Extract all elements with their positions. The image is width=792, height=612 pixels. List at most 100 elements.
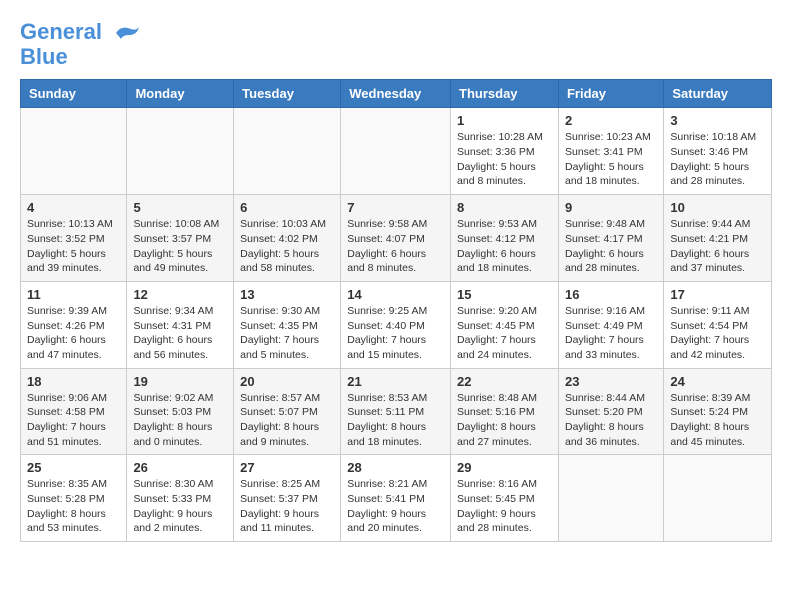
day-number: 6 (240, 200, 334, 215)
calendar-cell: 3 Sunrise: 10:18 AM Sunset: 3:46 PM Dayli… (664, 108, 772, 195)
day-info: Sunrise: 8:39 AM Sunset: 5:24 PM Dayligh… (670, 391, 765, 450)
calendar-cell: 8 Sunrise: 9:53 AM Sunset: 4:12 PM Daylig… (451, 195, 559, 282)
weekday-header-tuesday: Tuesday (234, 80, 341, 108)
calendar-cell: 11Sunrise: 9:39 AM Sunset: 4:26 PM Dayli… (21, 281, 127, 368)
day-number: 9 (565, 200, 657, 215)
day-info: Sunrise: 9:25 AM Sunset: 4:40 PM Dayligh… (347, 304, 444, 363)
logo: General Blue (20, 20, 141, 69)
day-number: 13 (240, 287, 334, 302)
day-info: Sunrise: 8:25 AM Sunset: 5:37 PM Dayligh… (240, 477, 334, 536)
day-number: 8 (457, 200, 552, 215)
day-number: 10 (670, 200, 765, 215)
day-info: Sunrise: 10:18 AM Sunset: 3:46 PM Daylig… (670, 130, 765, 189)
day-info: Sunrise: 10:03 AM Sunset: 4:02 PM Daylig… (240, 217, 334, 276)
weekday-header-sunday: Sunday (21, 80, 127, 108)
day-number: 18 (27, 374, 120, 389)
calendar-cell: 17 Sunrise: 9:11 AM Sunset: 4:54 PM Dayli… (664, 281, 772, 368)
day-number: 12 (133, 287, 227, 302)
calendar-cell: 10 Sunrise: 9:44 AM Sunset: 4:21 PM Dayli… (664, 195, 772, 282)
calendar-cell (127, 108, 234, 195)
day-info: Sunrise: 9:44 AM Sunset: 4:21 PM Dayligh… (670, 217, 765, 276)
day-number: 16 (565, 287, 657, 302)
calendar-cell: 16 Sunrise: 9:16 AM Sunset: 4:49 PM Dayli… (558, 281, 663, 368)
calendar-cell: 19 Sunrise: 9:02 AM Sunset: 5:03 PM Dayli… (127, 368, 234, 455)
calendar-cell (341, 108, 451, 195)
calendar-cell: 4 Sunrise: 10:13 AM Sunset: 3:52 PM Dayli… (21, 195, 127, 282)
calendar-cell (21, 108, 127, 195)
calendar-cell (664, 455, 772, 542)
day-info: Sunrise: 9:16 AM Sunset: 4:49 PM Dayligh… (565, 304, 657, 363)
calendar-cell: 26 Sunrise: 8:30 AM Sunset: 5:33 PM Dayli… (127, 455, 234, 542)
day-number: 21 (347, 374, 444, 389)
day-info: Sunrise: 9:34 AM Sunset: 4:31 PM Dayligh… (133, 304, 227, 363)
weekday-header-saturday: Saturday (664, 80, 772, 108)
calendar-cell: 20 Sunrise: 8:57 AM Sunset: 5:07 PM Dayli… (234, 368, 341, 455)
calendar-cell: 12 Sunrise: 9:34 AM Sunset: 4:31 PM Dayli… (127, 281, 234, 368)
calendar-cell (234, 108, 341, 195)
day-info: Sunrise: 9:39 AM Sunset: 4:26 PM Dayligh… (27, 304, 120, 363)
calendar-week-row: 11Sunrise: 9:39 AM Sunset: 4:26 PM Dayli… (21, 281, 772, 368)
weekday-header-friday: Friday (558, 80, 663, 108)
day-info: Sunrise: 8:48 AM Sunset: 5:16 PM Dayligh… (457, 391, 552, 450)
weekday-header-wednesday: Wednesday (341, 80, 451, 108)
day-info: Sunrise: 8:53 AM Sunset: 5:11 PM Dayligh… (347, 391, 444, 450)
day-info: Sunrise: 9:20 AM Sunset: 4:45 PM Dayligh… (457, 304, 552, 363)
calendar-cell: 13 Sunrise: 9:30 AM Sunset: 4:35 PM Dayli… (234, 281, 341, 368)
calendar-cell: 5 Sunrise: 10:08 AM Sunset: 3:57 PM Dayli… (127, 195, 234, 282)
weekday-header-monday: Monday (127, 80, 234, 108)
day-info: Sunrise: 10:13 AM Sunset: 3:52 PM Daylig… (27, 217, 120, 276)
calendar-cell: 6 Sunrise: 10:03 AM Sunset: 4:02 PM Dayli… (234, 195, 341, 282)
calendar-week-row: 25Sunrise: 8:35 AM Sunset: 5:28 PM Dayli… (21, 455, 772, 542)
calendar-week-row: 18 Sunrise: 9:06 AM Sunset: 4:58 PM Dayli… (21, 368, 772, 455)
day-info: Sunrise: 9:53 AM Sunset: 4:12 PM Dayligh… (457, 217, 552, 276)
day-number: 3 (670, 113, 765, 128)
logo-blue: Blue (20, 44, 68, 69)
logo-bird-icon (111, 21, 141, 45)
day-info: Sunrise: 9:06 AM Sunset: 4:58 PM Dayligh… (27, 391, 120, 450)
day-number: 15 (457, 287, 552, 302)
calendar-week-row: 4 Sunrise: 10:13 AM Sunset: 3:52 PM Dayli… (21, 195, 772, 282)
day-info: Sunrise: 8:44 AM Sunset: 5:20 PM Dayligh… (565, 391, 657, 450)
calendar-cell: 15 Sunrise: 9:20 AM Sunset: 4:45 PM Dayli… (451, 281, 559, 368)
day-number: 5 (133, 200, 227, 215)
day-info: Sunrise: 9:30 AM Sunset: 4:35 PM Dayligh… (240, 304, 334, 363)
weekday-header-thursday: Thursday (451, 80, 559, 108)
day-number: 22 (457, 374, 552, 389)
day-info: Sunrise: 8:16 AM Sunset: 5:45 PM Dayligh… (457, 477, 552, 536)
day-info: Sunrise: 8:21 AM Sunset: 5:41 PM Dayligh… (347, 477, 444, 536)
day-number: 7 (347, 200, 444, 215)
day-info: Sunrise: 10:28 AM Sunset: 3:36 PM Daylig… (457, 130, 552, 189)
calendar-table: SundayMondayTuesdayWednesdayThursdayFrid… (20, 79, 772, 542)
calendar-cell (558, 455, 663, 542)
day-info: Sunrise: 10:08 AM Sunset: 3:57 PM Daylig… (133, 217, 227, 276)
day-number: 20 (240, 374, 334, 389)
day-number: 1 (457, 113, 552, 128)
day-number: 19 (133, 374, 227, 389)
weekday-header-row: SundayMondayTuesdayWednesdayThursdayFrid… (21, 80, 772, 108)
calendar-cell: 24 Sunrise: 8:39 AM Sunset: 5:24 PM Dayli… (664, 368, 772, 455)
day-info: Sunrise: 9:58 AM Sunset: 4:07 PM Dayligh… (347, 217, 444, 276)
calendar-cell: 7 Sunrise: 9:58 AM Sunset: 4:07 PM Daylig… (341, 195, 451, 282)
day-info: Sunrise: 8:57 AM Sunset: 5:07 PM Dayligh… (240, 391, 334, 450)
day-info: Sunrise: 10:23 AM Sunset: 3:41 PM Daylig… (565, 130, 657, 189)
day-info: Sunrise: 8:30 AM Sunset: 5:33 PM Dayligh… (133, 477, 227, 536)
day-number: 2 (565, 113, 657, 128)
calendar-cell: 2 Sunrise: 10:23 AM Sunset: 3:41 PM Dayli… (558, 108, 663, 195)
day-number: 4 (27, 200, 120, 215)
calendar-cell: 29Sunrise: 8:16 AM Sunset: 5:45 PM Dayli… (451, 455, 559, 542)
calendar-cell: 21 Sunrise: 8:53 AM Sunset: 5:11 PM Dayli… (341, 368, 451, 455)
day-info: Sunrise: 9:02 AM Sunset: 5:03 PM Dayligh… (133, 391, 227, 450)
calendar-cell: 25Sunrise: 8:35 AM Sunset: 5:28 PM Dayli… (21, 455, 127, 542)
page-header: General Blue (20, 20, 772, 69)
calendar-cell: 27Sunrise: 8:25 AM Sunset: 5:37 PM Dayli… (234, 455, 341, 542)
day-number: 26 (133, 460, 227, 475)
day-number: 17 (670, 287, 765, 302)
day-number: 24 (670, 374, 765, 389)
day-number: 23 (565, 374, 657, 389)
day-info: Sunrise: 9:48 AM Sunset: 4:17 PM Dayligh… (565, 217, 657, 276)
day-info: Sunrise: 9:11 AM Sunset: 4:54 PM Dayligh… (670, 304, 765, 363)
day-number: 25 (27, 460, 120, 475)
calendar-cell: 22 Sunrise: 8:48 AM Sunset: 5:16 PM Dayli… (451, 368, 559, 455)
day-number: 28 (347, 460, 444, 475)
calendar-week-row: 1 Sunrise: 10:28 AM Sunset: 3:36 PM Dayli… (21, 108, 772, 195)
